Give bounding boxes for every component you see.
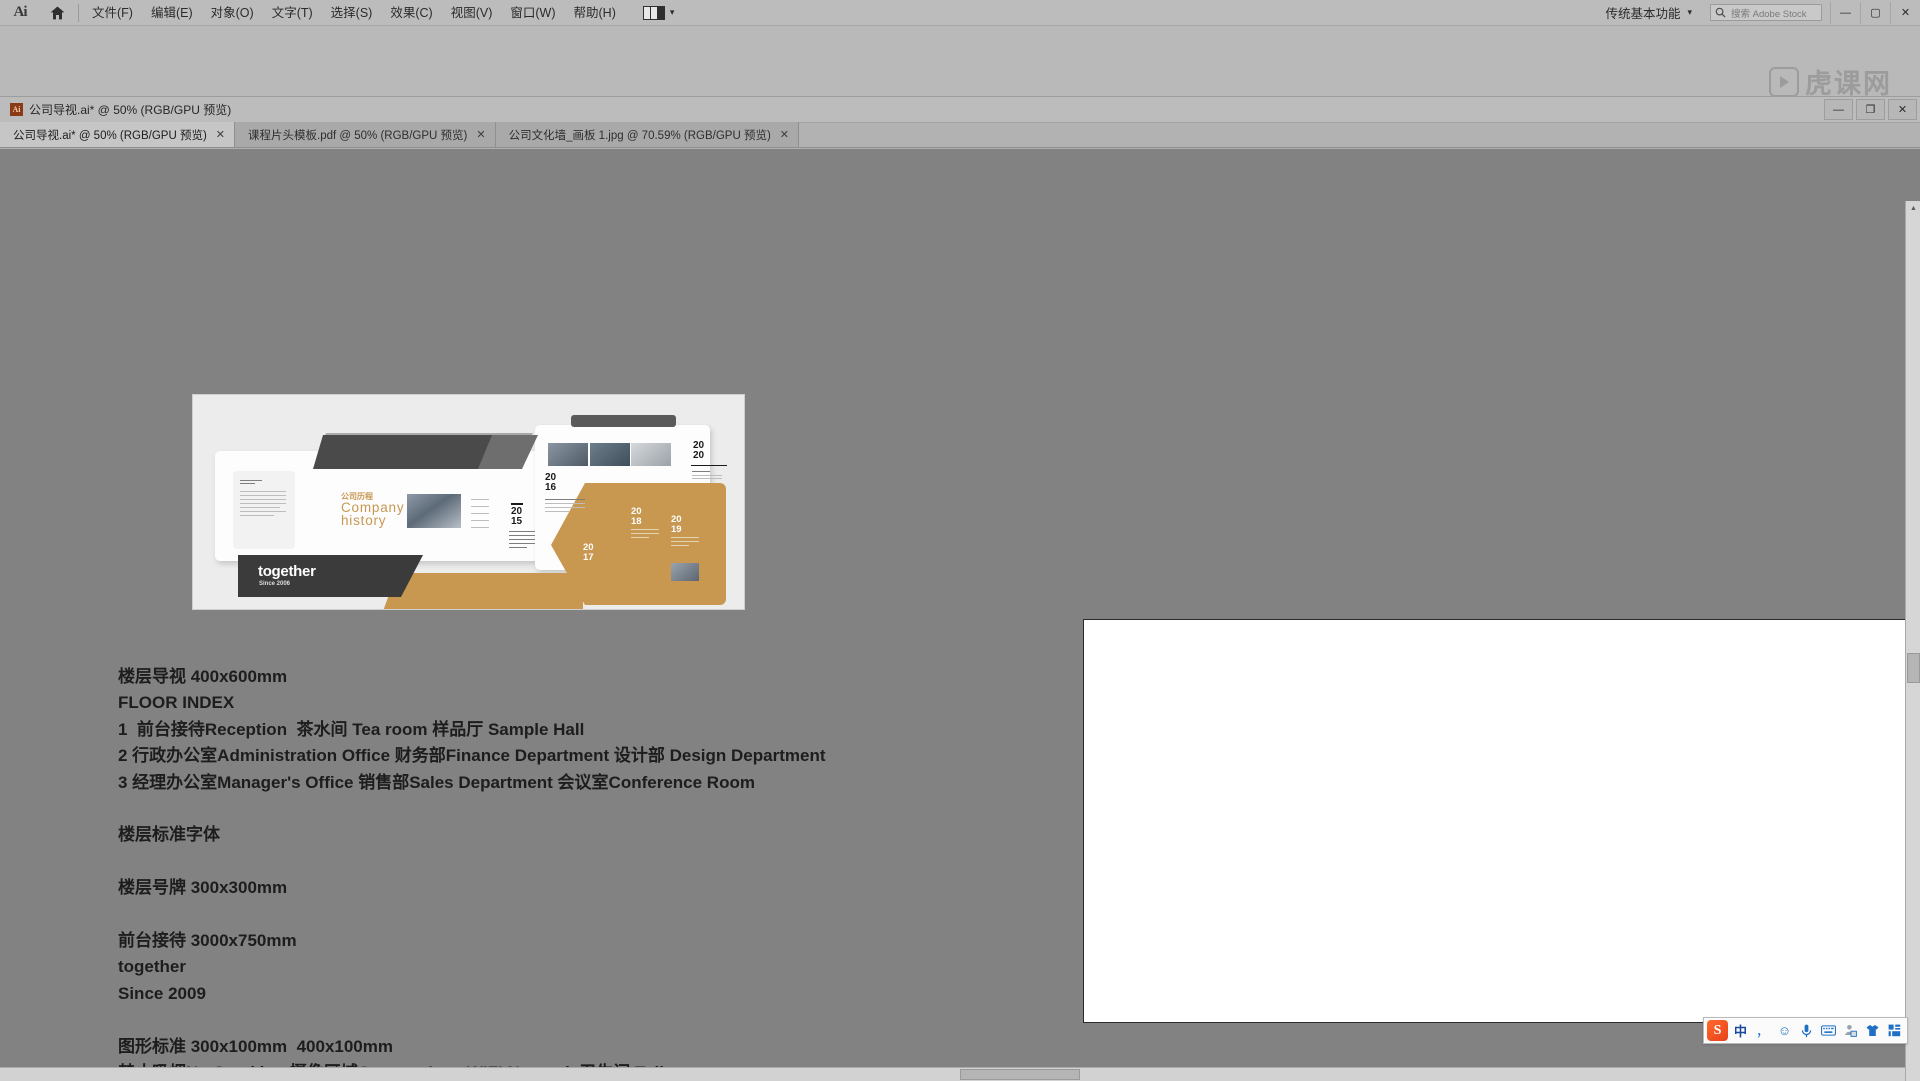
- app-window-controls: — ▢ ✕: [1830, 0, 1920, 26]
- ime-punctuation-toggle[interactable]: ，: [1753, 1020, 1772, 1041]
- chevron-down-icon: ▾: [1687, 7, 1692, 17]
- artwork-year-2017: 20 17: [583, 543, 594, 563]
- chevron-down-icon: ▾: [669, 7, 675, 17]
- vertical-scrollbar[interactable]: ▲ ▼: [1905, 201, 1920, 1081]
- ime-skin-icon[interactable]: [1863, 1020, 1882, 1041]
- stock-search-box[interactable]: 搜索 Adobe Stock: [1710, 4, 1822, 21]
- artwork-title-en: Company history: [341, 501, 404, 528]
- document-title: 公司导视.ai* @ 50% (RGB/GPU 预览): [29, 103, 232, 117]
- artwork-year-2018-bottom: 18: [631, 516, 642, 527]
- menu-select[interactable]: 选择(S): [322, 0, 382, 26]
- document-window: Ai 公司导视.ai* @ 50% (RGB/GPU 预览) — ❐ ✕ 公司导…: [0, 96, 1920, 1081]
- document-tab-label: 公司导视.ai* @ 50% (RGB/GPU 预览): [13, 129, 207, 142]
- document-tab-1[interactable]: 课程片头模板.pdf @ 50% (RGB/GPU 预览) ✕: [235, 122, 496, 147]
- artwork-tick-list: [471, 499, 493, 534]
- artwork-year-2015-bottom: 15: [511, 516, 523, 527]
- ime-emoji-icon[interactable]: ☺: [1775, 1020, 1794, 1041]
- close-icon[interactable]: ✕: [216, 128, 225, 141]
- menu-effect[interactable]: 效果(C): [381, 0, 441, 26]
- artwork-tan-bottom-band: [383, 573, 583, 609]
- sogou-input-method-toolbar[interactable]: S 中 ， ☺: [1703, 1017, 1908, 1044]
- artwork-grey-bar-top: [571, 415, 676, 427]
- artwork-photo-1: [548, 443, 588, 466]
- workspace-switcher[interactable]: 传统基本功能 ▾: [1595, 3, 1702, 22]
- menu-view[interactable]: 视图(V): [442, 0, 502, 26]
- workspace-label: 传统基本功能: [1605, 7, 1681, 21]
- home-icon[interactable]: [40, 0, 74, 26]
- canvas-area[interactable]: 公司历程 Company history 20 15 20 16 20 20 2…: [0, 149, 1920, 1081]
- artwork-title-en-line2: history: [341, 513, 387, 528]
- artwork-2018-body: [631, 529, 659, 538]
- artwork-year-2015: 20 15: [511, 507, 522, 527]
- ai-document-icon: Ai: [10, 103, 23, 116]
- artwork-year-2019: 20 19: [671, 515, 682, 535]
- document-tab-0[interactable]: 公司导视.ai* @ 50% (RGB/GPU 预览) ✕: [0, 122, 236, 147]
- artwork-together-text: together: [258, 563, 316, 580]
- document-tab-label: 课程片头模板.pdf @ 50% (RGB/GPU 预览): [248, 129, 468, 142]
- artwork-2020-rule: [691, 465, 727, 467]
- search-icon: [1715, 7, 1726, 18]
- document-window-controls: — ❐ ✕: [1824, 97, 1920, 123]
- app-maximize-button[interactable]: ▢: [1860, 1, 1890, 24]
- menu-edit[interactable]: 编辑(E): [142, 0, 202, 26]
- menu-help[interactable]: 帮助(H): [565, 0, 625, 26]
- artwork-year-2017-bottom: 17: [583, 552, 594, 563]
- scroll-up-icon[interactable]: ▲: [1906, 201, 1920, 216]
- artwork-2016-body: [545, 499, 585, 515]
- artwork-photo-3: [631, 443, 671, 466]
- artwork-photo-2: [589, 443, 630, 466]
- ime-user-icon[interactable]: [1841, 1020, 1860, 1041]
- canvas-content: 公司历程 Company history 20 15 20 16 20 20 2…: [0, 149, 1920, 1081]
- document-tab-2[interactable]: 公司文化墙_画板 1.jpg @ 70.59% (RGB/GPU 预览) ✕: [495, 122, 799, 147]
- artwork-year-2020-bottom: 20: [693, 450, 705, 461]
- menu-file[interactable]: 文件(F): [83, 0, 142, 26]
- document-close-button[interactable]: ✕: [1888, 99, 1917, 120]
- artwork-year-2018: 20 18: [631, 507, 642, 527]
- menubar-divider: [78, 3, 79, 22]
- app-minimize-button[interactable]: —: [1830, 1, 1860, 24]
- artwork-2015-rule: [511, 503, 523, 505]
- artwork-2020-body: [692, 471, 724, 481]
- document-minimize-button[interactable]: —: [1824, 99, 1853, 120]
- stock-search-placeholder: 搜索 Adobe Stock: [1731, 8, 1807, 20]
- close-icon[interactable]: ✕: [476, 128, 485, 141]
- menu-window[interactable]: 窗口(W): [501, 0, 564, 26]
- menu-bar: Ai 文件(F) 编辑(E) 对象(O) 文字(T) 选择(S) 效果(C) 视…: [0, 0, 1920, 26]
- artwork-photo-handshake: [407, 494, 461, 528]
- arrange-documents-button[interactable]: ▾: [639, 5, 679, 21]
- app-logo: Ai: [13, 4, 28, 20]
- menu-object[interactable]: 对象(O): [202, 0, 263, 26]
- menu-type[interactable]: 文字(T): [263, 0, 322, 26]
- vertical-scrollbar-thumb[interactable]: [1907, 653, 1920, 683]
- artwork-photo-group: [671, 563, 699, 581]
- artwork-year-2016-bottom: 16: [545, 482, 557, 493]
- artwork-year-2016: 20 16: [545, 473, 556, 493]
- menubar-right-group: 传统基本功能 ▾ 搜索 Adobe Stock — ▢ ✕: [1595, 0, 1920, 26]
- arrange-documents-icon: [642, 5, 665, 20]
- document-tab-label: 公司文化墙_画板 1.jpg @ 70.59% (RGB/GPU 预览): [508, 129, 771, 142]
- artboard-1[interactable]: [1083, 619, 1915, 1023]
- artwork-2015-body: [509, 531, 535, 551]
- play-badge-icon: [1769, 66, 1799, 97]
- horizontal-scrollbar[interactable]: [0, 1067, 1905, 1081]
- ime-soft-keyboard-icon[interactable]: [1819, 1020, 1838, 1041]
- ime-toolbox-icon[interactable]: [1885, 1020, 1904, 1041]
- app-close-button[interactable]: ✕: [1890, 1, 1920, 24]
- artwork-photo-row: [548, 443, 671, 466]
- placed-artwork-company-history-wall[interactable]: 公司历程 Company history 20 15 20 16 20 20 2…: [192, 394, 745, 610]
- artwork-year-2019-bottom: 19: [671, 524, 682, 535]
- artwork-left-text-card: [233, 471, 295, 549]
- document-restore-button[interactable]: ❐: [1856, 99, 1885, 120]
- sogou-logo-icon[interactable]: S: [1707, 1020, 1728, 1041]
- ime-language-toggle[interactable]: 中: [1731, 1020, 1750, 1041]
- horizontal-scrollbar-thumb[interactable]: [960, 1069, 1080, 1080]
- artwork-since-text: Since 2006: [259, 581, 291, 587]
- close-icon[interactable]: ✕: [780, 128, 789, 141]
- canvas-notes-text[interactable]: 楼层导视 400x600mm FLOOR INDEX 1 前台接待Recepti…: [118, 664, 825, 1081]
- ime-voice-input-icon[interactable]: [1797, 1020, 1816, 1041]
- document-tab-bar: 公司导视.ai* @ 50% (RGB/GPU 预览) ✕ 课程片头模板.pdf…: [0, 122, 1920, 148]
- artwork-2019-body: [671, 537, 699, 546]
- artwork-year-2020: 20 20: [693, 441, 704, 461]
- document-titlebar: Ai 公司导视.ai* @ 50% (RGB/GPU 预览) — ❐ ✕: [0, 97, 1920, 123]
